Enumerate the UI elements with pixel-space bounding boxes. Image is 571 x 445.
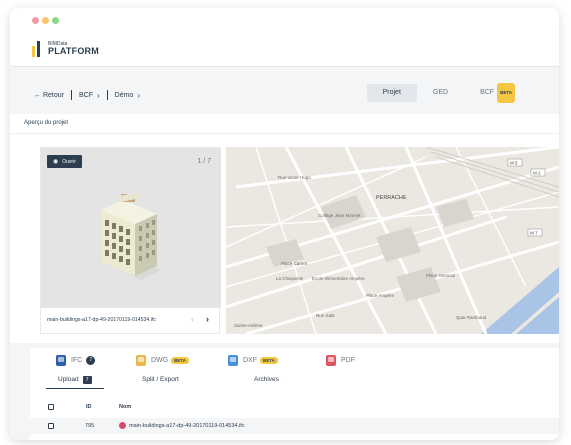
map-label: Sainte-Hélène [234, 323, 263, 328]
files-panel: IFC 7 DWG BETA DXF BETA PDF Upload 7 Spli… [30, 348, 559, 440]
beta-badge: BETA [171, 356, 190, 364]
metro-badge: M 2 [533, 171, 541, 176]
breadcrumb: ← Retour BCF › Démo › [34, 90, 140, 100]
map-label: École élémentaire Ampère [312, 275, 365, 281]
header-name: Nom [119, 404, 132, 410]
tab-ged-label: GED [432, 89, 449, 96]
map-label: Rue Sala [316, 313, 335, 318]
project-map[interactable]: Rue Victor Hugo PERRACHE Collège Jean Mo… [226, 147, 559, 334]
metro-badge: M 5 [510, 161, 518, 166]
header-id: ID [86, 404, 92, 410]
panel-title: Aperçu du projet [24, 120, 69, 126]
next-model-button[interactable]: › [206, 314, 209, 324]
table-header: ID Nom [30, 398, 559, 416]
close-window-button[interactable] [32, 17, 39, 24]
file-tab-dwg[interactable]: DWG BETA [136, 348, 190, 372]
row-checkbox[interactable] [48, 423, 54, 429]
minimize-window-button[interactable] [42, 17, 49, 24]
model-pager: ‹ › [179, 314, 209, 324]
maximize-window-button[interactable] [52, 17, 59, 24]
model-counter: 1 / 7 [197, 158, 211, 165]
app-window: BIMData PLATFORM ← Retour BCF › Démo › P… [10, 8, 559, 440]
open-label: Ouvrir [62, 158, 76, 165]
dxf-file-icon [228, 354, 238, 366]
active-subtab-indicator [46, 388, 104, 389]
breadcrumb-bcf[interactable]: BCF [79, 92, 93, 99]
file-tab-dxf[interactable]: DXF BETA [228, 348, 278, 372]
ifc-model-icon [119, 422, 126, 429]
beta-badge: BETA [497, 83, 515, 103]
map-label: Rue Victor Hugo [278, 175, 311, 180]
tab-ged[interactable]: GED [417, 84, 464, 102]
tab-projet-label: Projet [382, 89, 401, 96]
open-model-button[interactable]: ◉ Ouvrir [47, 155, 82, 168]
file-tab-ifc-label: IFC [71, 356, 83, 364]
project-preview-panel: Aperçu du projet ◉ Ouvrir 1 / 7 main-bui… [10, 114, 559, 343]
logo-mark-icon [32, 41, 43, 57]
row-id: 795 [85, 423, 95, 429]
chevron-right-icon: › [137, 90, 140, 100]
map-label: Place Carnot [281, 261, 308, 266]
eye-icon: ◉ [53, 159, 59, 165]
file-tab-pdf[interactable]: PDF [326, 348, 355, 372]
upload-count-badge: 7 [82, 376, 92, 384]
file-tab-ifc[interactable]: IFC 7 [56, 348, 96, 372]
map-label: Place Gensoul [426, 273, 455, 278]
back-link[interactable]: ← Retour [34, 92, 64, 99]
building-model-image: ◉ Ouvrir 1 / 7 [41, 148, 221, 308]
tab-bcf-label: BCF [480, 89, 495, 96]
subtab-archives[interactable]: Archives [254, 376, 279, 383]
model-filename: main-buildings-a17-dp-49-20170119-014534… [47, 317, 156, 323]
bimdata-logo[interactable]: BIMData PLATFORM [32, 40, 99, 58]
breadcrumb-demo[interactable]: Démo [115, 92, 134, 99]
logo-main-text: PLATFORM [48, 46, 99, 56]
top-tabs: Projet GED BCF BETA [366, 83, 531, 103]
map-label: PERRACHE [376, 195, 407, 201]
select-all-checkbox[interactable] [48, 404, 54, 410]
map-label: Collège Jean Monnet [318, 213, 361, 218]
building-3d-icon [99, 192, 161, 280]
subtab-split-export[interactable]: Split / Export [142, 376, 179, 383]
panel-divider [10, 133, 559, 134]
file-tab-dxf-label: DXF [243, 356, 257, 364]
dwg-file-icon [136, 354, 146, 366]
ifc-count-badge: 7 [86, 355, 96, 365]
model-viewer-card: ◉ Ouvrir 1 / 7 main-buildings-a17-dp-49-… [40, 147, 221, 334]
subtab-upload-label: Upload [58, 376, 79, 383]
title-bar: BIMData PLATFORM [10, 8, 559, 66]
map-label: La Charpente [276, 276, 304, 281]
header-divider [10, 66, 559, 67]
map-label: Quai Rambaud [456, 315, 487, 320]
sub-tabs: Upload 7 Split / Export Archives [30, 372, 559, 390]
pdf-file-icon [326, 354, 336, 366]
table-row[interactable]: 795 main-buildings-a17-dp-49-20170119-01… [30, 418, 559, 434]
metro-badge: M 7 [530, 231, 538, 236]
map-label: Place Ampère [366, 293, 395, 298]
file-tab-dwg-label: DWG [151, 356, 169, 364]
city-map-image: Rue Victor Hugo PERRACHE Collège Jean Mo… [226, 147, 559, 334]
breadcrumb-separator [70, 90, 72, 100]
ifc-file-icon [56, 354, 66, 366]
chevron-right-icon: › [96, 90, 100, 100]
row-filename[interactable]: main-buildings-a17-dp-49-20170119-014534… [129, 423, 244, 429]
subtab-upload[interactable]: Upload 7 [58, 376, 92, 384]
previous-model-button[interactable]: ‹ [191, 314, 194, 324]
beta-badge: BETA [260, 356, 278, 364]
breadcrumb-separator [106, 90, 108, 100]
file-tab-pdf-label: PDF [341, 356, 355, 364]
tab-projet[interactable]: Projet [366, 84, 417, 102]
tab-bcf[interactable]: BCF BETA [464, 83, 531, 103]
